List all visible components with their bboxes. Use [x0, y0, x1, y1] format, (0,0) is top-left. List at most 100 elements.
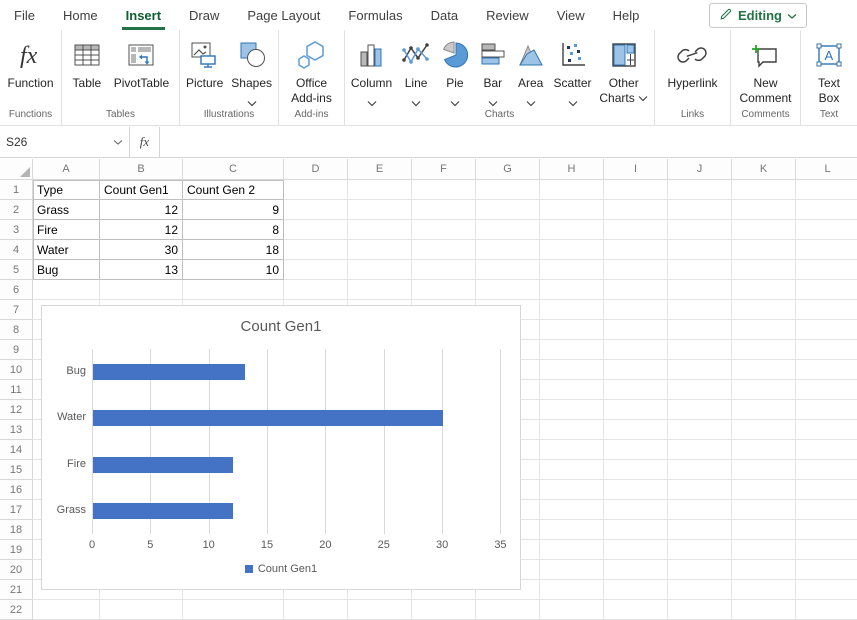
row-header-1[interactable]: 1 — [0, 180, 33, 200]
cell-B6[interactable] — [100, 280, 183, 300]
cell-F1[interactable] — [412, 180, 476, 200]
cell-C5[interactable]: 10 — [183, 260, 284, 280]
cell-H10[interactable] — [540, 360, 604, 380]
cell-L5[interactable] — [796, 260, 857, 280]
cell-K2[interactable] — [732, 200, 796, 220]
row-header-6[interactable]: 6 — [0, 280, 33, 300]
cell-J7[interactable] — [668, 300, 732, 320]
menu-tab-page-layout[interactable]: Page Layout — [233, 0, 334, 30]
cell-B22[interactable] — [100, 600, 183, 620]
text-box-button[interactable]: AText Box — [812, 35, 846, 106]
cell-L2[interactable] — [796, 200, 857, 220]
cell-I20[interactable] — [604, 560, 668, 580]
column-header-c[interactable]: C — [183, 159, 284, 180]
cell-J14[interactable] — [668, 440, 732, 460]
column-header-f[interactable]: F — [412, 159, 476, 180]
cell-J2[interactable] — [668, 200, 732, 220]
row-header-22[interactable]: 22 — [0, 600, 33, 620]
menu-tab-insert[interactable]: Insert — [112, 0, 175, 30]
column-button[interactable]: Column — [349, 35, 394, 102]
menu-tab-formulas[interactable]: Formulas — [334, 0, 416, 30]
cell-I5[interactable] — [604, 260, 668, 280]
cell-G5[interactable] — [476, 260, 540, 280]
cell-J4[interactable] — [668, 240, 732, 260]
cell-K9[interactable] — [732, 340, 796, 360]
cell-H17[interactable] — [540, 500, 604, 520]
cell-E22[interactable] — [348, 600, 412, 620]
cell-H5[interactable] — [540, 260, 604, 280]
cell-H4[interactable] — [540, 240, 604, 260]
cell-K19[interactable] — [732, 540, 796, 560]
cell-H7[interactable] — [540, 300, 604, 320]
row-header-4[interactable]: 4 — [0, 240, 33, 260]
cell-I15[interactable] — [604, 460, 668, 480]
cell-I12[interactable] — [604, 400, 668, 420]
cell-L4[interactable] — [796, 240, 857, 260]
cell-G4[interactable] — [476, 240, 540, 260]
picture-button[interactable]: Picture — [184, 35, 225, 91]
cell-H18[interactable] — [540, 520, 604, 540]
bar-button[interactable]: Bar — [476, 35, 510, 102]
cell-C22[interactable] — [183, 600, 284, 620]
column-header-a[interactable]: A — [33, 159, 100, 180]
column-header-l[interactable]: L — [796, 159, 857, 180]
cell-E5[interactable] — [348, 260, 412, 280]
cell-F22[interactable] — [412, 600, 476, 620]
cell-K8[interactable] — [732, 320, 796, 340]
other-charts-button[interactable]: Other Charts — [597, 35, 650, 106]
cell-A3[interactable]: Fire — [33, 220, 100, 240]
formula-input[interactable] — [160, 127, 857, 157]
cell-F4[interactable] — [412, 240, 476, 260]
cell-F2[interactable] — [412, 200, 476, 220]
cell-J15[interactable] — [668, 460, 732, 480]
cell-K16[interactable] — [732, 480, 796, 500]
column-header-h[interactable]: H — [540, 159, 604, 180]
cell-L9[interactable] — [796, 340, 857, 360]
cell-L17[interactable] — [796, 500, 857, 520]
cell-H8[interactable] — [540, 320, 604, 340]
cell-J3[interactable] — [668, 220, 732, 240]
cell-H21[interactable] — [540, 580, 604, 600]
cell-I1[interactable] — [604, 180, 668, 200]
cell-L3[interactable] — [796, 220, 857, 240]
cell-G2[interactable] — [476, 200, 540, 220]
cell-A22[interactable] — [33, 600, 100, 620]
cell-H3[interactable] — [540, 220, 604, 240]
row-header-15[interactable]: 15 — [0, 460, 33, 480]
editing-mode-button[interactable]: Editing — [709, 3, 807, 28]
cell-G3[interactable] — [476, 220, 540, 240]
cell-I9[interactable] — [604, 340, 668, 360]
cell-I21[interactable] — [604, 580, 668, 600]
cell-H19[interactable] — [540, 540, 604, 560]
cell-L13[interactable] — [796, 420, 857, 440]
menu-tab-file[interactable]: File — [0, 0, 49, 30]
cell-G6[interactable] — [476, 280, 540, 300]
row-header-8[interactable]: 8 — [0, 320, 33, 340]
cell-I7[interactable] — [604, 300, 668, 320]
cell-J16[interactable] — [668, 480, 732, 500]
cell-L15[interactable] — [796, 460, 857, 480]
cell-B1[interactable]: Count Gen1 — [100, 180, 183, 200]
cell-I6[interactable] — [604, 280, 668, 300]
cell-D4[interactable] — [284, 240, 348, 260]
cell-L21[interactable] — [796, 580, 857, 600]
cell-D2[interactable] — [284, 200, 348, 220]
cell-J17[interactable] — [668, 500, 732, 520]
cell-L20[interactable] — [796, 560, 857, 580]
cell-L6[interactable] — [796, 280, 857, 300]
cell-H12[interactable] — [540, 400, 604, 420]
column-header-b[interactable]: B — [100, 159, 183, 180]
cell-J21[interactable] — [668, 580, 732, 600]
cell-H2[interactable] — [540, 200, 604, 220]
cell-J19[interactable] — [668, 540, 732, 560]
cell-B2[interactable]: 12 — [100, 200, 183, 220]
row-header-14[interactable]: 14 — [0, 440, 33, 460]
cell-D1[interactable] — [284, 180, 348, 200]
cell-J13[interactable] — [668, 420, 732, 440]
menu-tab-draw[interactable]: Draw — [175, 0, 233, 30]
cell-H16[interactable] — [540, 480, 604, 500]
pie-button[interactable]: Pie — [438, 35, 472, 102]
insert-function-button[interactable]: fx — [130, 127, 160, 157]
cell-H22[interactable] — [540, 600, 604, 620]
cell-K11[interactable] — [732, 380, 796, 400]
